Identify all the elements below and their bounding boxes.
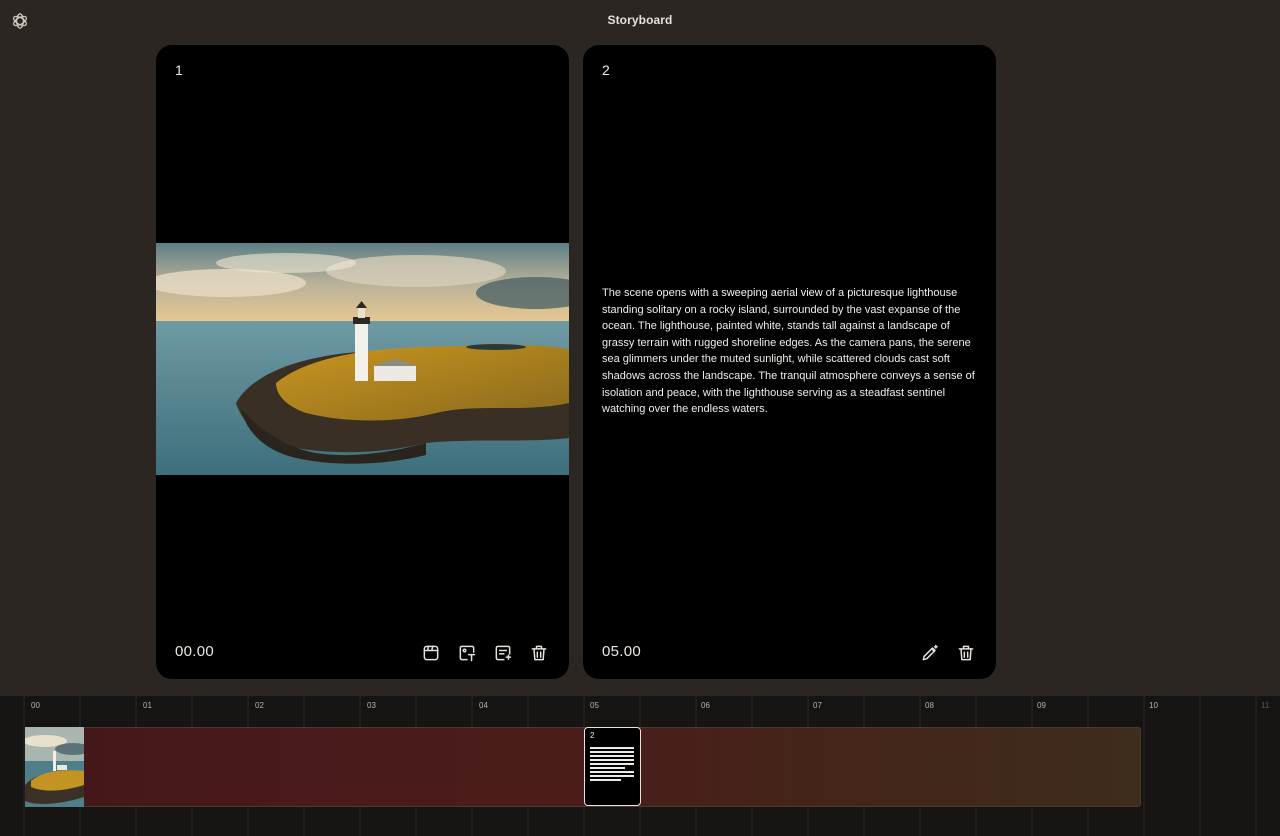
timeline-tick-label: 08 [925,701,934,710]
storyboard-card-1[interactable]: 1 00.00 [156,45,569,679]
timeline-tick-label: 04 [479,701,488,710]
clip-number: 2 [590,731,595,740]
card-number: 1 [175,62,183,78]
text-lines-icon [590,747,634,783]
timeline-tick-label: 01 [143,701,152,710]
card-actions [920,643,976,663]
timeline-tick-label: 02 [255,701,264,710]
timeline-clip-text[interactable]: 2 [584,727,641,806]
card-actions [421,643,549,663]
card-timestamp: 05.00 [602,643,642,660]
timeline-tick-label: 05 [590,701,599,710]
caption-icon[interactable] [493,643,513,663]
timeline-clip-image[interactable] [25,727,84,807]
timeline-tick-label: 06 [701,701,710,710]
timeline-tick-label: 10 [1149,701,1158,710]
timeline-tick-label: 07 [813,701,822,710]
timeline-tick-label: 11 [1261,701,1270,710]
card-number: 2 [602,62,610,78]
timeline-tick-label: 03 [367,701,376,710]
card-timestamp: 00.00 [175,643,215,660]
storyboard-card-icon[interactable] [421,643,441,663]
timeline-tick-label: 09 [1037,701,1046,710]
scene-image-lighthouse [156,243,569,475]
timeline[interactable]: 00 01 02 03 04 05 06 07 08 09 10 11 2 [0,696,1280,836]
storyboard-card-2[interactable]: 2 The scene opens with a sweeping aerial… [583,45,996,679]
trash-icon[interactable] [529,643,549,663]
trash-icon[interactable] [956,643,976,663]
image-text-icon[interactable] [457,643,477,663]
page-title: Storyboard [607,13,673,27]
edit-pen-icon[interactable] [920,643,940,663]
timeline-tick-label: 00 [31,701,40,710]
scene-description[interactable]: The scene opens with a sweeping aerial v… [602,285,978,418]
timeline-track[interactable] [25,727,1141,807]
